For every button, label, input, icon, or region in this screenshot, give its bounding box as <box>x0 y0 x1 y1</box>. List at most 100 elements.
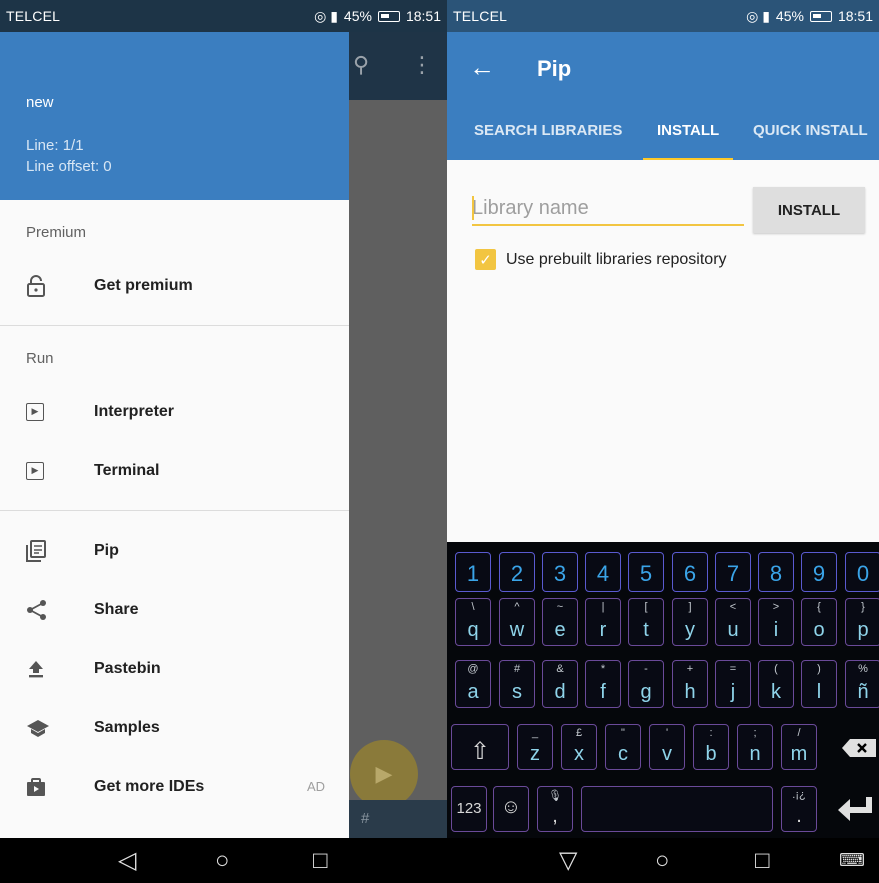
key-x[interactable]: £ x <box>561 724 597 770</box>
enter-key[interactable] <box>827 786 879 832</box>
space-key[interactable] <box>581 786 773 832</box>
key-2[interactable]: 2 <box>499 552 535 592</box>
key-1[interactable]: 1 <box>455 552 491 592</box>
key-l[interactable]: ) l <box>801 660 837 708</box>
key-r[interactable]: | r <box>585 598 621 646</box>
key-q[interactable]: \ q <box>455 598 491 646</box>
text-cursor <box>472 196 474 220</box>
emoji-key[interactable]: ☺ <box>493 786 529 832</box>
carrier-label: TELCEL <box>453 8 508 24</box>
line-info: Line: 1/1 <box>26 137 84 154</box>
hide-keyboard-nav-icon[interactable]: ▽ <box>559 846 577 875</box>
key-n-tilde[interactable]: % ñ <box>845 660 879 708</box>
recents-nav-icon[interactable]: □ <box>755 847 770 875</box>
drawer-item-samples[interactable]: Samples <box>0 698 349 757</box>
tab-install[interactable]: INSTALL <box>642 116 734 160</box>
shift-icon: ⇧ <box>469 738 491 765</box>
key-o[interactable]: {o <box>801 598 837 646</box>
period-key[interactable]: .¡¿. <box>781 786 817 832</box>
key-m[interactable]: / m <box>781 724 817 770</box>
drawer-item-label: Samples <box>94 718 160 736</box>
lock-icon <box>26 274 94 297</box>
key-k[interactable]: (k <box>758 660 794 708</box>
section-run: Run <box>26 350 54 367</box>
backspace-key[interactable] <box>831 724 879 770</box>
upload-icon <box>26 659 94 679</box>
shift-key[interactable]: ⇧ <box>451 724 509 770</box>
carrier-label: TELCEL <box>6 8 61 24</box>
key-f[interactable]: * f <box>585 660 621 708</box>
key-i[interactable]: > i <box>758 598 794 646</box>
symbols-key[interactable]: 123 <box>451 786 487 832</box>
library-name-input[interactable] <box>472 192 744 226</box>
key-u[interactable]: < u <box>715 598 751 646</box>
key-z[interactable]: _ z <box>517 724 553 770</box>
drawer-item-label: Share <box>94 600 139 618</box>
soft-keyboard: 1 2 3 4 5 6 7 8 9 0 \ q ^ w ~ e | r [t ] y < u… <box>447 542 879 838</box>
key-8[interactable]: 8 <box>758 552 794 592</box>
play-box-icon: ▶ <box>26 402 94 421</box>
status-bar: TELCEL ◎ ▮ 45% 18:51 <box>0 0 447 32</box>
key-j[interactable]: = j <box>715 660 751 708</box>
drawer-header: new Line: 1/1 Line offset: 0 <box>0 32 349 200</box>
prebuilt-label: Use prebuilt libraries repository <box>506 250 727 268</box>
drawer-item-terminal[interactable]: ▶ Terminal <box>0 441 349 500</box>
backspace-icon <box>842 739 876 757</box>
ad-badge: AD <box>306 779 325 794</box>
key-0[interactable]: 0 <box>845 552 879 592</box>
home-nav-icon[interactable]: ○ <box>655 847 670 875</box>
tab-quick-install[interactable]: QUICK INSTALL <box>753 116 868 160</box>
dimmed-symbol-bar: # <box>349 800 447 838</box>
key-b[interactable]: :b <box>693 724 729 770</box>
battery-percent: 45% <box>343 8 372 24</box>
system-nav-bar: ▽ ○ □ ⌨ <box>447 838 879 883</box>
run-fab-button[interactable]: ▶ <box>350 740 418 808</box>
back-nav-icon[interactable]: ◁ <box>118 846 136 875</box>
drawer-item-pip[interactable]: Pip <box>0 521 349 580</box>
back-arrow-icon[interactable]: ← <box>469 52 495 83</box>
key-v[interactable]: ' v <box>649 724 685 770</box>
drawer-item-pastebin[interactable]: Pastebin <box>0 639 349 698</box>
key-p[interactable]: } p <box>845 598 879 646</box>
more-vert-icon[interactable]: ⋮ <box>411 52 433 78</box>
recents-nav-icon[interactable]: □ <box>313 847 328 875</box>
keyboard-switch-icon[interactable]: ⌨ <box>839 850 865 871</box>
key-d[interactable]: & d <box>542 660 578 708</box>
key-4[interactable]: 4 <box>585 552 621 592</box>
key-5[interactable]: 5 <box>628 552 664 592</box>
mic-icon: 🎙 <box>548 790 562 802</box>
file-name: new <box>26 94 54 111</box>
battery-percent: 45% <box>775 8 804 24</box>
key-e[interactable]: ~ e <box>542 598 578 646</box>
drawer-item-get-more-ides[interactable]: Get more IDEs AD <box>0 757 349 816</box>
key-t[interactable]: [t <box>628 598 664 646</box>
drawer-item-get-premium[interactable]: Get premium <box>0 256 349 315</box>
key-w[interactable]: ^ w <box>499 598 535 646</box>
enter-icon <box>838 797 872 821</box>
key-g[interactable]: -g <box>628 660 664 708</box>
key-c[interactable]: " c <box>605 724 641 770</box>
key-6[interactable]: 6 <box>672 552 708 592</box>
prebuilt-checkbox[interactable]: ✓ <box>475 249 496 270</box>
key-9[interactable]: 9 <box>801 552 837 592</box>
tab-search-libraries[interactable]: SEARCH LIBRARIES <box>474 116 622 160</box>
key-h[interactable]: + h <box>672 660 708 708</box>
key-y[interactable]: ] y <box>672 598 708 646</box>
comma-key[interactable]: 🎙, <box>537 786 573 832</box>
key-7[interactable]: 7 <box>715 552 751 592</box>
lightbulb-icon[interactable]: ⚲ <box>353 52 369 78</box>
emoji-icon: ☺ <box>500 796 522 818</box>
key-3[interactable]: 3 <box>542 552 578 592</box>
signal-icon: ◎ ▮ <box>314 7 338 24</box>
install-button[interactable]: INSTALL <box>753 187 865 233</box>
drawer-item-share[interactable]: Share <box>0 580 349 639</box>
drawer-item-interpreter[interactable]: ▶ Interpreter <box>0 382 349 441</box>
navigation-drawer: new Line: 1/1 Line offset: 0 Premium Get… <box>0 32 349 838</box>
line-offset-info: Line offset: 0 <box>26 158 112 175</box>
signal-icon: ◎ ▮ <box>746 7 770 24</box>
key-a[interactable]: @ a <box>455 660 491 708</box>
key-s[interactable]: # s <box>499 660 535 708</box>
key-n[interactable]: ; n <box>737 724 773 770</box>
home-nav-icon[interactable]: ○ <box>215 847 230 875</box>
prebuilt-repo-option[interactable]: ✓ Use prebuilt libraries repository <box>475 249 727 270</box>
